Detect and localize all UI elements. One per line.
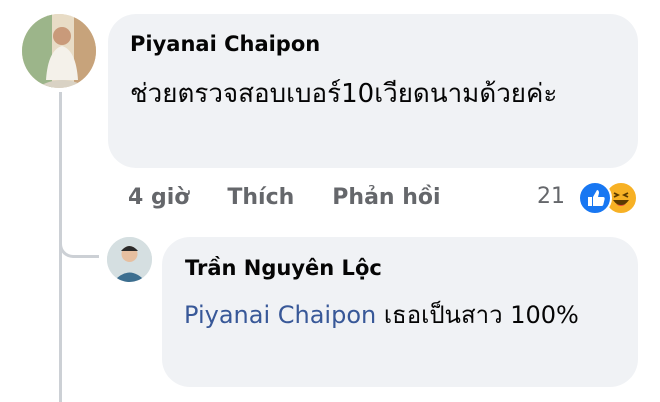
comment-bubble: Piyanai Chaipon ช่วยตรวจสอบเบอร์10เวียดน… [108,14,638,168]
like-icon [578,181,612,215]
mention-link[interactable]: Piyanai Chaipon [184,301,376,329]
reaction-count[interactable]: 21 [537,180,565,214]
reply-text: Piyanai Chaipon เธอเป็นสาว 100% [184,295,624,335]
comment-timestamp[interactable]: 4 giờ [128,185,189,210]
comment-author[interactable]: Piyanai Chaipon [130,32,320,56]
comment-text: ช่วยตรวจสอบเบอร์10เวียดนามด้วยค่ะ [130,79,558,109]
avatar[interactable] [22,14,96,88]
reply-avatar[interactable] [107,237,152,282]
reactions[interactable] [578,181,642,215]
like-button[interactable]: Thích [227,185,294,210]
reply-bubble: Trần Nguyên Lộc Piyanai Chaipon เธอเป็นส… [162,237,638,387]
comment-actions: 4 giờ Thích Phản hồi [128,180,479,214]
reply-button[interactable]: Phản hồi [332,185,440,210]
reply-author[interactable]: Trần Nguyên Lộc [185,256,382,280]
reply-connector [59,242,99,258]
reply-text-body: เธอเป็นสาว 100% [376,301,579,329]
